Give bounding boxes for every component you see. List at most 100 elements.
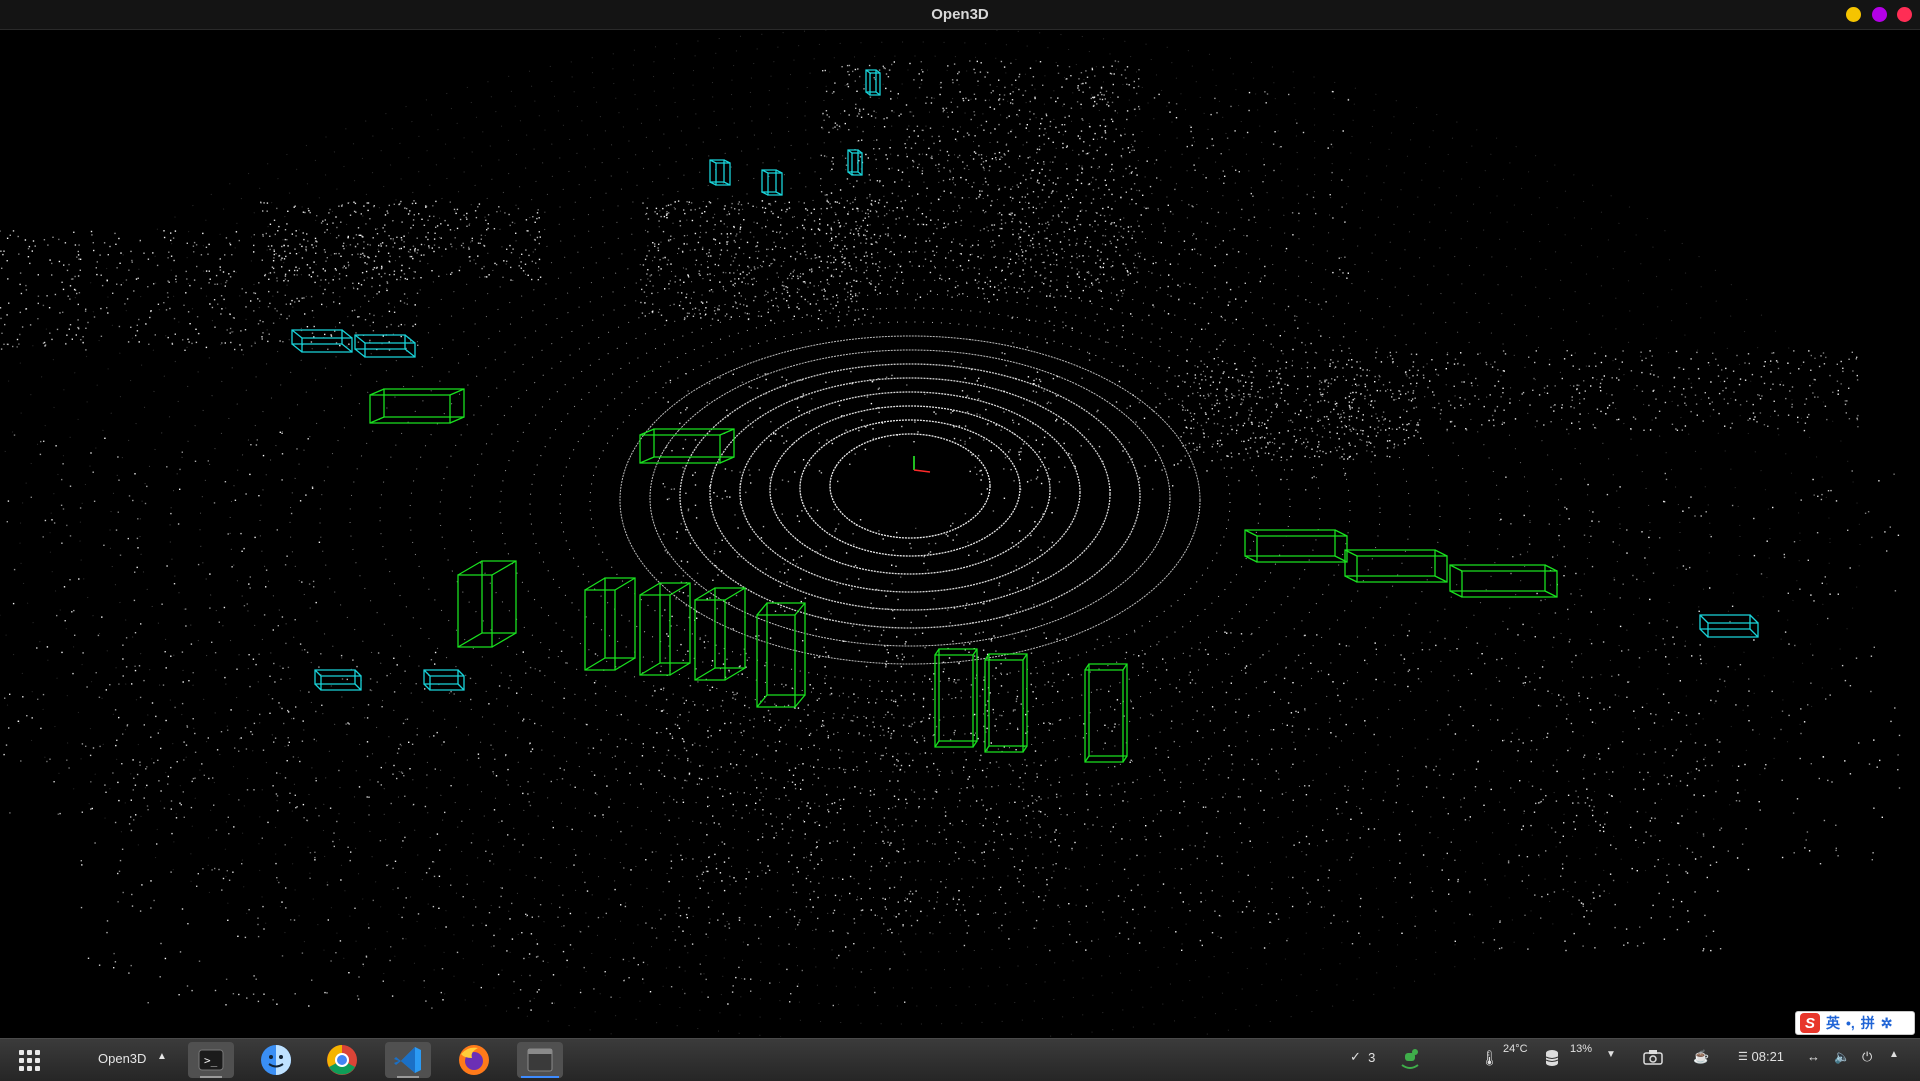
close-button[interactable]: [1897, 7, 1912, 22]
lidar-point: [990, 692, 991, 693]
lidar-point: [1102, 208, 1103, 209]
lidar-point: [871, 244, 872, 245]
lidar-point: [885, 595, 886, 596]
lidar-point: [1460, 706, 1461, 707]
lidar-point: [1509, 402, 1510, 403]
lidar-point: [51, 263, 52, 264]
lidar-point: [1205, 414, 1206, 415]
lidar-point: [1200, 374, 1201, 375]
lidar-point: [1068, 198, 1069, 199]
lidar-point: [566, 960, 567, 961]
lidar-point: [1025, 714, 1026, 715]
lidar-point: [1027, 194, 1028, 195]
lidar-point: [951, 102, 952, 103]
lidar-point: [510, 225, 511, 226]
lidar-point: [726, 496, 727, 497]
lidar-point: [927, 840, 928, 841]
lidar-point: [720, 872, 721, 873]
lidar-point: [1498, 381, 1499, 382]
lidar-point: [885, 267, 886, 268]
lidar-point: [865, 262, 866, 263]
lidar-point: [1252, 361, 1253, 362]
lidar-point: [885, 714, 886, 715]
lidar-point: [1411, 400, 1412, 401]
lidar-point: [242, 288, 243, 289]
lidar-point: [206, 270, 207, 271]
lidar-point: [1732, 423, 1733, 424]
lidar-point: [1600, 387, 1601, 388]
lidar-point: [1018, 238, 1019, 239]
lidar-point: [844, 829, 845, 830]
lidar-point: [1106, 91, 1107, 92]
lidar-point: [967, 779, 968, 780]
lidar-point: [1238, 453, 1239, 454]
lidar-point: [230, 276, 231, 277]
lidar-point: [268, 279, 269, 280]
lidar-point: [373, 315, 374, 316]
lidar-point: [752, 284, 753, 285]
lidar-point: [692, 309, 693, 310]
lidar-point: [1034, 521, 1035, 522]
lidar-point: [1360, 375, 1361, 376]
lidar-point: [1125, 69, 1126, 70]
lidar-point: [713, 492, 714, 493]
lidar-point: [1599, 895, 1600, 896]
lidar-point: [1238, 394, 1239, 395]
lidar-point: [137, 325, 138, 326]
lidar-point: [735, 977, 736, 978]
lidar-point: [834, 802, 835, 803]
lidar-point: [714, 551, 715, 552]
lidar-point: [1848, 388, 1849, 389]
lidar-point: [919, 266, 920, 267]
lidar-point: [294, 207, 295, 208]
lidar-point: [838, 316, 839, 317]
lidar-point: [1091, 940, 1092, 941]
lidar-point: [404, 207, 405, 208]
lidar-point: [1420, 438, 1421, 439]
lidar-point: [305, 246, 306, 247]
lidar-point: [1037, 673, 1038, 674]
point-cloud-viewport[interactable]: [0, 30, 1920, 1037]
lidar-point: [900, 201, 901, 202]
lidar-point: [381, 266, 382, 267]
lidar-point: [835, 123, 836, 124]
lidar-point: [1276, 406, 1277, 407]
lidar-point: [1078, 85, 1079, 86]
lidar-point: [927, 569, 928, 570]
lidar-point: [1273, 454, 1274, 455]
lidar-point: [1071, 108, 1072, 109]
lidar-point: [1484, 406, 1485, 407]
lidar-point: [1612, 402, 1613, 403]
lidar-point: [323, 268, 324, 269]
lidar-point: [394, 312, 395, 313]
lidar-point: [802, 970, 803, 971]
lidar-point: [786, 969, 787, 970]
lidar-point: [1116, 129, 1117, 130]
lidar-point: [195, 752, 196, 753]
lidar-point: [1131, 238, 1132, 239]
lidar-point: [1503, 410, 1504, 411]
lidar-point: [833, 276, 834, 277]
lidar-point: [663, 709, 664, 710]
lidar-point: [1615, 694, 1616, 695]
lidar-point: [668, 283, 669, 284]
lidar-point: [63, 289, 64, 290]
lidar-point: [1322, 394, 1323, 395]
minimize-button[interactable]: [1846, 7, 1861, 22]
lidar-point: [1066, 285, 1067, 286]
lidar-point: [968, 925, 969, 926]
lidar-point: [1106, 280, 1107, 281]
lidar-point: [760, 862, 761, 863]
lidar-point: [861, 910, 862, 911]
lidar-point: [119, 263, 120, 264]
lidar-point: [926, 97, 927, 98]
lidar-point: [984, 592, 985, 593]
lidar-point: [1339, 417, 1340, 418]
lidar-point: [368, 202, 369, 203]
lidar-point: [875, 117, 876, 118]
lidar-point: [1056, 395, 1057, 396]
lidar-point: [1857, 426, 1858, 427]
maximize-button[interactable]: [1872, 7, 1887, 22]
lidar-point: [17, 346, 18, 347]
lidar-point: [833, 247, 834, 248]
